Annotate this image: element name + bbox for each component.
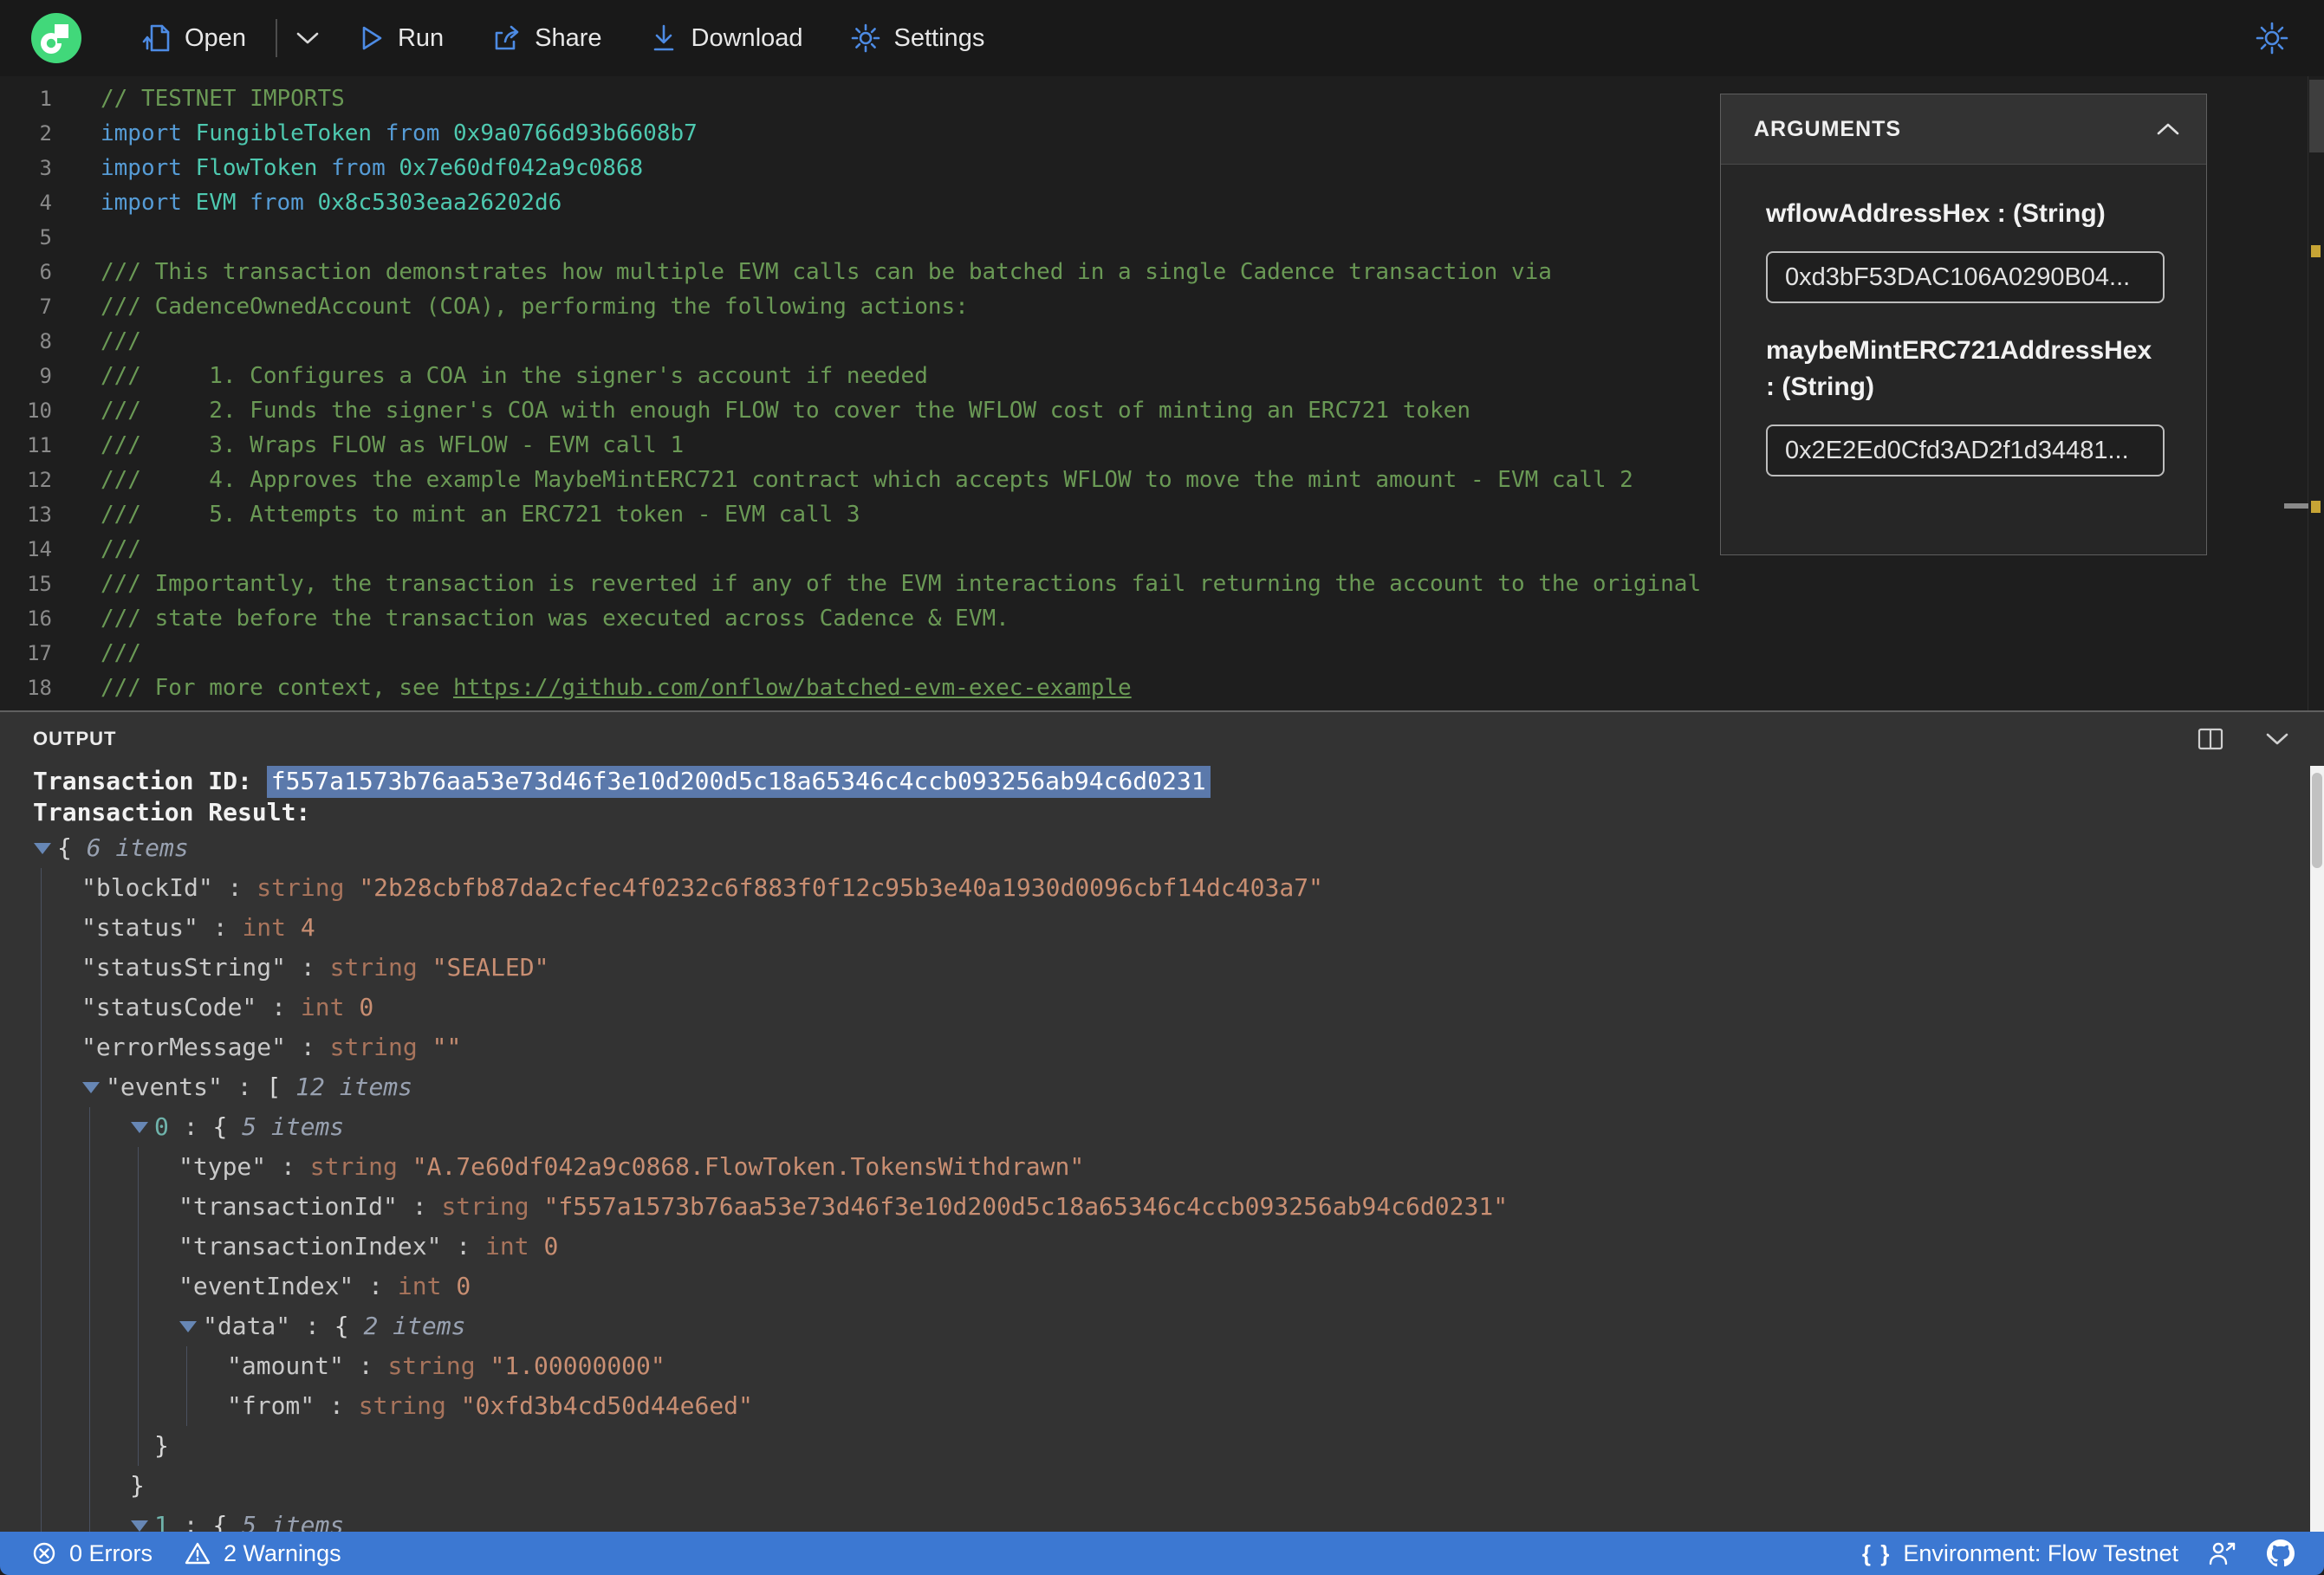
errors-label: 0 Errors: [69, 1539, 153, 1566]
chevron-down-icon[interactable]: [2265, 732, 2289, 746]
code-line: 17///: [27, 640, 141, 666]
warning-marker: [2311, 245, 2321, 257]
indent-guide: [138, 1147, 139, 1466]
argument-label-wflow: wflowAddressHex : (String): [1766, 199, 2106, 228]
collapse-triangle-icon[interactable]: [33, 828, 57, 868]
share-label: Share: [535, 23, 602, 52]
environment-label: Environment: Flow Testnet: [1903, 1539, 2178, 1566]
code-link[interactable]: https://github.com/onflow/batched-evm-ex…: [453, 675, 1132, 701]
output-title: OUTPUT: [33, 728, 117, 749]
warning-triangle-icon: [185, 1542, 211, 1565]
indent-guide: [186, 1346, 187, 1426]
output-panel: OUTPUT Transaction ID: f557a1573b76aa53e…: [0, 712, 2324, 1532]
code-line: 18/// For more context, see https://gith…: [27, 675, 1132, 701]
argument-input-maybemint[interactable]: [1766, 425, 2165, 476]
collapse-triangle-icon[interactable]: [81, 1067, 106, 1107]
output-row: 0 : { 5 items: [0, 1107, 2324, 1147]
environment-status[interactable]: { } Environment: Flow Testnet: [1862, 1540, 2178, 1567]
output-rows: Transaction ID: f557a1573b76aa53e73d46f3…: [0, 766, 2324, 1532]
open-button[interactable]: Open: [142, 23, 246, 54]
output-scrollbar-track[interactable]: [2310, 766, 2324, 1532]
flow-runner-app: { "toolbar": { "open": "Open", "run": "R…: [0, 0, 2324, 1575]
feedback-person-icon[interactable]: [2208, 1540, 2237, 1566]
output-row: }: [130, 1471, 145, 1500]
output-row: "data" : { 2 items: [0, 1306, 2324, 1346]
collapse-triangle-icon[interactable]: [130, 1107, 154, 1147]
output-row: "type" : string "A.7e60df042a9c0868.Flow…: [179, 1152, 1085, 1181]
error-circle-icon: [33, 1542, 55, 1565]
open-dropdown-button[interactable]: [295, 30, 321, 46]
chevron-up-icon[interactable]: [2156, 122, 2180, 136]
arguments-panel: ARGUMENTS wflowAddressHex : (String) may…: [1720, 94, 2207, 555]
download-label: Download: [691, 23, 803, 52]
settings-label: Settings: [893, 23, 985, 52]
output-row: "eventIndex" : int 0: [179, 1272, 471, 1300]
dropdown-chevron-icon: [296, 32, 319, 44]
errors-status[interactable]: 0 Errors: [31, 1540, 153, 1567]
arguments-title: ARGUMENTS: [1754, 116, 1902, 141]
output-row: "transactionIndex" : int 0: [179, 1232, 559, 1261]
run-button[interactable]: Run: [359, 23, 444, 53]
output-row: "statusString" : string "SEALED": [81, 953, 549, 982]
output-row: "transactionId" : string "f557a1573b76aa…: [179, 1192, 1509, 1221]
run-play-icon: [362, 26, 382, 50]
run-label: Run: [397, 23, 445, 52]
theme-sun-icon[interactable]: [2255, 21, 2289, 55]
open-label: Open: [185, 23, 246, 52]
github-icon[interactable]: [2267, 1539, 2295, 1567]
warning-marker: [2311, 501, 2321, 513]
output-row: { 6 items: [0, 828, 2324, 868]
output-row: "statusCode" : int 0: [81, 993, 374, 1021]
status-bar: 0 Errors 2 Warnings { } Environment: Flo…: [0, 1532, 2324, 1575]
settings-button[interactable]: Settings: [850, 23, 985, 54]
toolbar-divider: [275, 19, 277, 57]
toolbar: Open Run Share Download Settings: [0, 0, 2324, 76]
indent-guide: [89, 1107, 90, 1532]
braces-icon: { }: [1861, 1539, 1892, 1566]
output-row: "blockId" : string "2b28cbfb87da2cfec4f0…: [81, 873, 1323, 902]
flow-logo[interactable]: [31, 13, 81, 63]
collapse-triangle-icon[interactable]: [130, 1506, 154, 1532]
warnings-status[interactable]: 2 Warnings: [184, 1540, 341, 1567]
split-editor-icon[interactable]: [2197, 728, 2223, 750]
output-scrollbar-thumb[interactable]: [2312, 773, 2322, 868]
editor-scrollbar-thumb[interactable]: [2309, 80, 2324, 152]
settings-gear-icon: [851, 23, 880, 53]
output-row: Transaction ID: f557a1573b76aa53e73d46f3…: [0, 766, 2324, 798]
open-file-icon: [142, 24, 170, 52]
argument-input-wflow[interactable]: [1766, 251, 2165, 303]
output-row: }: [154, 1431, 169, 1460]
share-icon: [495, 25, 519, 50]
warning-line-marker: [2284, 503, 2308, 509]
output-row: "amount" : string "1.00000000": [227, 1351, 665, 1380]
output-row: "errorMessage" : string "": [81, 1033, 462, 1061]
download-icon: [653, 24, 673, 51]
download-button[interactable]: Download: [649, 23, 803, 54]
argument-label-maybemint: maybeMintERC721AddressHex : (String): [1766, 336, 2152, 401]
output-row: "events" : [ 12 items: [0, 1067, 2324, 1107]
output-body: Transaction ID: f557a1573b76aa53e73d46f3…: [0, 766, 2324, 1532]
panel-divider[interactable]: [0, 710, 2324, 712]
arguments-header[interactable]: ARGUMENTS: [1721, 94, 2206, 165]
arguments-body: wflowAddressHex : (String) maybeMintERC7…: [1721, 165, 2206, 554]
indent-guide: [41, 868, 42, 1532]
code-line: 16/// state before the transaction was e…: [27, 606, 1009, 632]
output-row: Transaction Result:: [33, 798, 311, 826]
output-row: "status" : int 4: [81, 913, 315, 942]
code-line: 15/// Importantly, the transaction is re…: [27, 571, 1702, 597]
share-button[interactable]: Share: [490, 23, 602, 54]
output-row: "from" : string "0xfd3b4cd50d44e6ed": [227, 1391, 753, 1420]
output-header: OUTPUT: [0, 712, 2324, 766]
warnings-label: 2 Warnings: [224, 1539, 341, 1566]
output-row: 1 : { 5 items: [0, 1506, 2324, 1532]
collapse-triangle-icon[interactable]: [179, 1306, 203, 1346]
